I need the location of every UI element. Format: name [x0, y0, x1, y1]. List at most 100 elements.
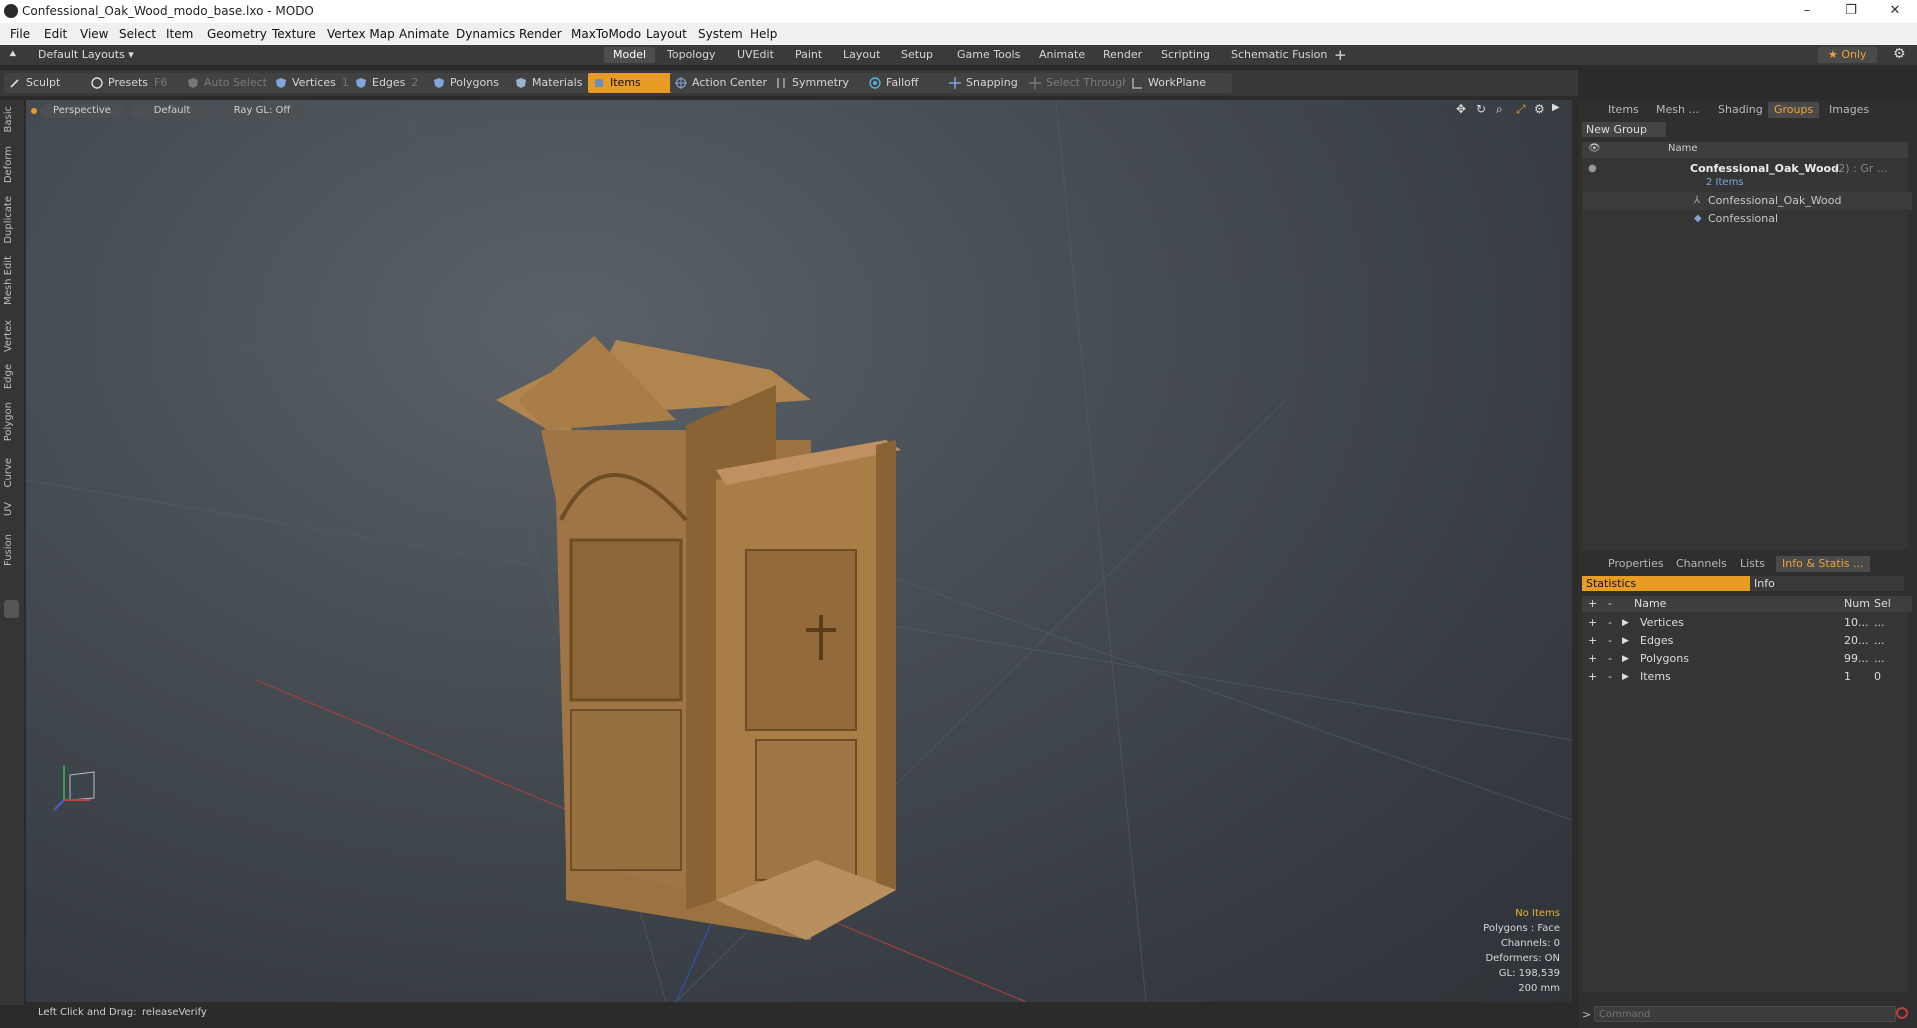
gear-icon[interactable]: ⚙: [1893, 46, 1906, 62]
tab-groups[interactable]: Groups: [1768, 102, 1820, 118]
viewport-menu-dot[interactable]: [31, 108, 37, 114]
list-item[interactable]: ◆ Confessional: [1582, 210, 1912, 228]
collapse-minus-icon[interactable]: -: [1608, 614, 1612, 632]
tab-layout[interactable]: Layout: [834, 47, 889, 63]
hud-deformers: Deformers: ON: [1485, 953, 1560, 964]
statistics-tab[interactable]: Statistics: [1582, 576, 1750, 591]
info-tab[interactable]: Info: [1750, 576, 1904, 591]
vtab-deform[interactable]: Deform: [3, 146, 14, 183]
vtab-vertex[interactable]: Vertex: [3, 320, 14, 352]
tab-topology[interactable]: Topology: [658, 47, 725, 63]
layout-arrow-icon[interactable]: ⯅: [8, 47, 18, 62]
shading-dropdown[interactable]: Default: [130, 104, 214, 118]
menu-texture[interactable]: Texture: [272, 27, 316, 41]
vtab-mesh-edit[interactable]: Mesh Edit: [3, 256, 14, 305]
tool-toggle-button[interactable]: [4, 600, 19, 618]
vtab-edge[interactable]: Edge: [3, 364, 14, 389]
rotate-icon[interactable]: ↻: [1476, 102, 1486, 116]
tab-channels[interactable]: Channels: [1670, 556, 1733, 572]
maximize-button[interactable]: ❐: [1829, 0, 1873, 23]
pan-icon[interactable]: ✥: [1456, 102, 1466, 116]
modo-logo-icon: [4, 4, 18, 18]
expand-plus-icon[interactable]: +: [1588, 632, 1597, 650]
menu-item[interactable]: Item: [166, 27, 193, 41]
tab-lists[interactable]: Lists: [1734, 556, 1771, 572]
tab-schematic-fusion[interactable]: Schematic Fusion: [1222, 47, 1336, 63]
table-row[interactable]: + - ▶ Polygons 99... ...: [1582, 650, 1912, 668]
triangle-right-icon[interactable]: ▶: [1622, 632, 1629, 650]
menu-maxtomodo[interactable]: MaxToModo: [571, 27, 641, 41]
symmetry-button[interactable]: Symmetry: [770, 73, 872, 93]
close-button[interactable]: ✕: [1873, 0, 1917, 23]
table-row[interactable]: + - ▶ Edges 20... ...: [1582, 632, 1912, 650]
tab-properties[interactable]: Properties: [1602, 556, 1670, 572]
command-input[interactable]: [1594, 1006, 1896, 1022]
tab-paint[interactable]: Paint: [786, 47, 831, 63]
expand-plus-icon[interactable]: +: [1588, 614, 1597, 632]
tab-setup[interactable]: Setup: [892, 47, 942, 63]
default-layouts-dropdown[interactable]: Default Layouts ▾: [38, 48, 134, 61]
menu-view[interactable]: View: [80, 27, 108, 41]
viewport-settings-icon[interactable]: ⚙: [1534, 102, 1545, 116]
tab-info-statistics[interactable]: Info & Statis ...: [1776, 556, 1870, 572]
menu-dynamics[interactable]: Dynamics: [456, 27, 515, 41]
3d-viewport[interactable]: Perspective Default Ray GL: Off ✥ ↻ ⌕ ⤢ …: [26, 100, 1572, 1002]
materials-button[interactable]: Materials: [510, 73, 600, 93]
collapse-minus-icon[interactable]: -: [1608, 668, 1612, 686]
vtab-uv[interactable]: UV: [3, 502, 14, 516]
list-item[interactable]: ⅄ Confessional_Oak_Wood: [1582, 192, 1912, 210]
menu-select[interactable]: Select: [119, 27, 156, 41]
new-group-button[interactable]: New Group: [1582, 122, 1666, 137]
only-toggle[interactable]: ★ Only: [1818, 47, 1877, 63]
vtab-polygon[interactable]: Polygon: [3, 402, 14, 441]
zoom-icon[interactable]: ⌕: [1496, 102, 1503, 117]
sculpt-button[interactable]: Sculpt: [4, 73, 88, 93]
tab-render[interactable]: Render: [1094, 47, 1151, 63]
tab-mesh[interactable]: Mesh ...: [1650, 102, 1705, 118]
expand-plus-icon[interactable]: +: [1588, 668, 1597, 686]
menu-animate[interactable]: Animate: [399, 27, 449, 41]
menu-file[interactable]: File: [10, 27, 30, 41]
perspective-dropdown[interactable]: Perspective: [40, 104, 124, 118]
items-button[interactable]: Items: [588, 73, 674, 93]
expand-plus-icon[interactable]: +: [1588, 650, 1597, 668]
raygl-dropdown[interactable]: Ray GL: Off: [220, 104, 304, 118]
tab-shading[interactable]: Shading: [1712, 102, 1769, 118]
presets-button[interactable]: Presets F6: [86, 73, 192, 93]
menu-bar: File Edit View Select Item Geometry Text…: [0, 23, 1917, 45]
table-row[interactable]: + - ▶ Items 1 0: [1582, 668, 1912, 686]
fit-icon[interactable]: ⤢: [1516, 102, 1526, 117]
menu-system[interactable]: System: [698, 27, 743, 41]
vtab-fusion[interactable]: Fusion: [3, 534, 14, 566]
tab-items[interactable]: Items: [1602, 102, 1645, 118]
workplane-button[interactable]: WorkPlane: [1126, 73, 1232, 93]
collapse-minus-icon[interactable]: -: [1608, 632, 1612, 650]
right-panel: Items Mesh ... Shading Groups Images New…: [1578, 100, 1917, 1028]
tab-model[interactable]: Model: [604, 47, 656, 63]
record-icon[interactable]: [1896, 1007, 1908, 1019]
falloff-button[interactable]: Falloff: [864, 73, 954, 93]
tab-game-tools[interactable]: Game Tools: [948, 47, 1029, 63]
tab-animate[interactable]: Animate: [1030, 47, 1094, 63]
tab-scripting[interactable]: Scripting: [1152, 47, 1219, 63]
menu-help[interactable]: Help: [750, 27, 777, 41]
triangle-right-icon[interactable]: ▶: [1622, 668, 1629, 686]
table-row[interactable]: + - ▶ Vertices 10... ...: [1582, 614, 1912, 632]
menu-layout[interactable]: Layout: [646, 27, 687, 41]
menu-render[interactable]: Render: [519, 27, 562, 41]
triangle-right-icon[interactable]: ▶: [1622, 650, 1629, 668]
vtab-basic[interactable]: Basic: [3, 106, 14, 132]
vtab-duplicate[interactable]: Duplicate: [3, 196, 14, 244]
collapse-minus-icon[interactable]: -: [1608, 650, 1612, 668]
select-through-icon: [1029, 77, 1041, 89]
menu-geometry[interactable]: Geometry: [207, 27, 267, 41]
viewport-more-icon[interactable]: ▶: [1552, 102, 1560, 113]
minimize-button[interactable]: –: [1785, 0, 1829, 23]
tab-images[interactable]: Images: [1823, 102, 1875, 118]
menu-vertex-map[interactable]: Vertex Map: [327, 27, 395, 41]
vtab-curve[interactable]: Curve: [3, 458, 14, 488]
add-tab-button[interactable]: +: [1334, 46, 1347, 64]
tab-uvedit[interactable]: UVEdit: [728, 47, 783, 63]
menu-edit[interactable]: Edit: [44, 27, 67, 41]
triangle-right-icon[interactable]: ▶: [1622, 614, 1629, 632]
